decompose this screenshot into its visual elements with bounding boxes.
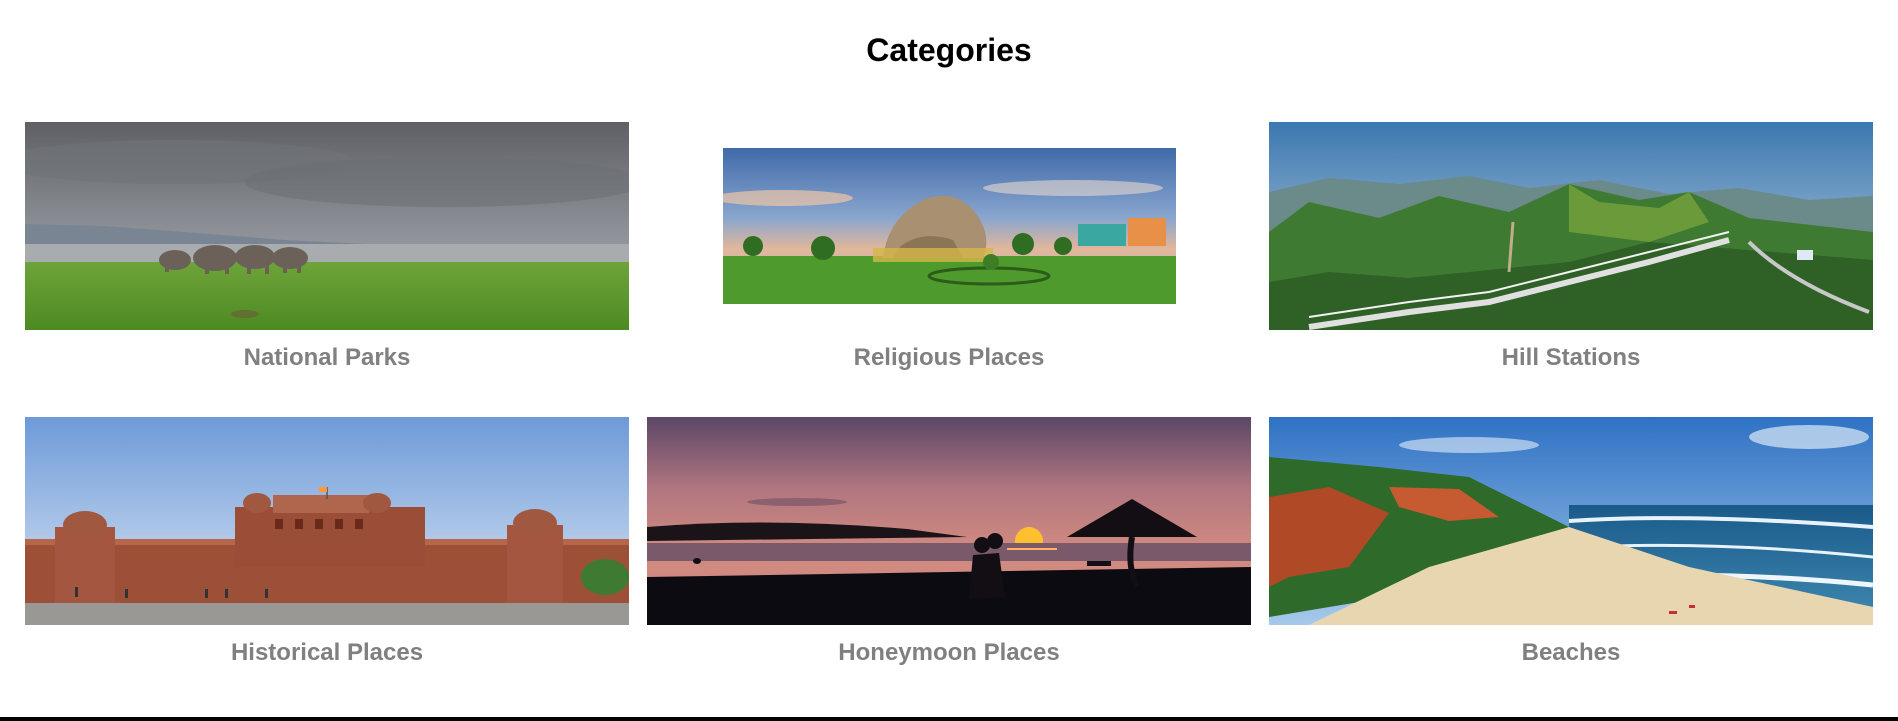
bottom-divider	[0, 717, 1898, 721]
category-card-national-parks[interactable]: National Parks	[25, 122, 629, 371]
mountain-view-image[interactable]	[1269, 122, 1873, 330]
category-card-hill-stations[interactable]: Hill Stations	[1269, 122, 1873, 371]
red-fort-image[interactable]	[25, 417, 629, 625]
category-card-beaches[interactable]: Beaches	[1269, 417, 1873, 666]
category-label[interactable]: Hill Stations	[1269, 344, 1873, 372]
cliff-beach-image[interactable]	[1269, 417, 1873, 625]
category-card-historical-places[interactable]: Historical Places	[25, 417, 629, 666]
category-label[interactable]: Religious Places	[647, 344, 1251, 372]
category-card-religious-places[interactable]: Religious Places	[647, 122, 1251, 371]
statue-garden-image[interactable]	[723, 148, 1176, 304]
sunset-couple-beach-image[interactable]	[647, 417, 1251, 625]
category-card-honeymoon-places[interactable]: Honeymoon Places	[647, 417, 1251, 666]
category-label[interactable]: National Parks	[25, 344, 629, 372]
category-label[interactable]: Beaches	[1269, 639, 1873, 667]
category-label[interactable]: Historical Places	[25, 639, 629, 667]
elephants-grassland-image[interactable]	[25, 122, 629, 330]
page-title: Categories	[866, 32, 1032, 68]
category-label[interactable]: Honeymoon Places	[647, 639, 1251, 667]
